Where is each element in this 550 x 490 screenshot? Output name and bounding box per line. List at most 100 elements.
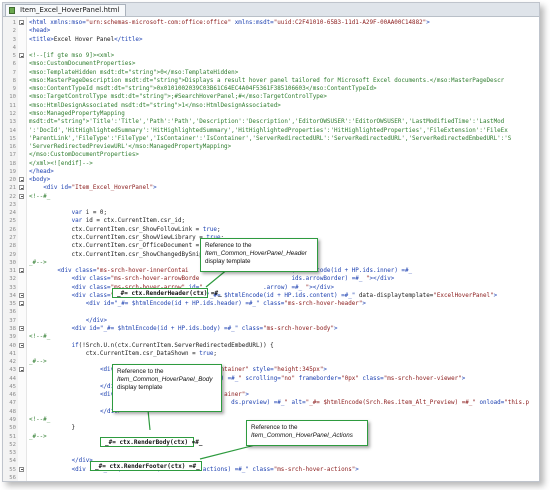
line-number: 53 <box>9 450 16 457</box>
code-text: 'ServerRedirectedPreviewURL'</mso:Manage… <box>29 144 232 151</box>
line-number: 6 <box>12 61 16 68</box>
line-number: 21 <box>9 185 16 192</box>
code-line[interactable]: 43 <div class="ms-srch-hover-viewerConta… <box>3 366 539 375</box>
code-line[interactable]: 8 <mso:MasterPageDescription msdt:dt="str… <box>3 77 539 86</box>
code-text: </div> <box>99 408 122 415</box>
line-number: 40 <box>9 342 16 349</box>
code-line[interactable]: 41 ctx.CurrentItem.csr_DataShown = true; <box>3 350 539 359</box>
fold-toggle-icon[interactable] <box>19 53 24 59</box>
code-text: <mso:MasterPageDescription msdt:dt="stri… <box>29 77 505 84</box>
fold-toggle-icon[interactable] <box>19 193 24 199</box>
line-number: 31 <box>9 268 16 275</box>
code-text: <head> <box>29 28 51 35</box>
code-line[interactable]: 26 ctx.CurrentItem.csr_ShowFollowLink = … <box>3 226 539 235</box>
fold-toggle-icon[interactable] <box>19 342 24 348</box>
line-number: 20 <box>9 177 16 184</box>
code-text: 'ParentLink','FileType':'FileType','IsCo… <box>29 135 512 142</box>
code-line[interactable]: 18 </xml><![endif]--> <box>3 160 539 169</box>
code-line[interactable]: 16 'ServerRedirectedPreviewURL'</mso:Mana… <box>3 143 539 152</box>
line-number: 16 <box>9 144 16 151</box>
code-line[interactable]: 12 <mso:ManagedPropertyMapping <box>3 110 539 119</box>
code-line[interactable]: 55 <div id="_#= $htmlEncode(id + HP.ids.… <box>3 466 539 475</box>
fold-toggle-icon[interactable] <box>19 367 24 373</box>
code-text: _#--> <box>29 433 47 440</box>
line-number: 3 <box>12 36 16 43</box>
line-number: 1 <box>12 20 16 26</box>
code-line[interactable]: 21 <div id="Item_Excel_HoverPanel"> <box>3 184 539 193</box>
code-text: <mso:TemplateHidden msdt:dt="string">0</… <box>29 69 239 76</box>
code-line[interactable]: 38 <div id="_#= $htmlEncode(id + HP.ids.… <box>3 325 539 334</box>
fold-toggle-icon[interactable] <box>19 20 24 25</box>
line-number: 39 <box>9 334 16 341</box>
code-line[interactable]: 44 <iframe id= ids.viewer) =#_" scrollin… <box>3 375 539 384</box>
code-line[interactable]: 45 </div> <box>3 383 539 392</box>
header-callout-template-name: Item_Common_HoverPanel_Header <box>205 250 307 257</box>
code-line[interactable]: 14 ':'DocId','HitHighlightedSummary':'Hit… <box>3 127 539 136</box>
fold-toggle-icon[interactable] <box>19 268 24 274</box>
code-line[interactable]: 1 <html xmlns:mso="urn:schemas-microsoft-… <box>3 19 539 28</box>
code-line[interactable]: 24 var i = 0; <box>3 209 539 218</box>
code-line[interactable]: 3 <title>Excel Hover Panel</title> <box>3 36 539 45</box>
tab-bar: Item_Excel_HoverPanel.html <box>3 3 539 17</box>
code-text: <mso:TargetControlType msdt:dt="string">… <box>29 94 327 101</box>
code-line[interactable]: 40 if(!Srch.U.n(ctx.CurrentItem.ServerRe… <box>3 342 539 351</box>
code-line[interactable]: 15 'ParentLink','FileType':'FileType','Is… <box>3 135 539 144</box>
fold-toggle-icon[interactable] <box>19 292 24 298</box>
code-line[interactable]: 2 <head> <box>3 27 539 36</box>
code-text: ctx.CurrentItem.csr_ShowViewLibrary = tr… <box>29 235 225 242</box>
line-number: 13 <box>9 119 16 126</box>
code-line[interactable]: 33 <div class="ms-srch-hover-arrow" id="… <box>3 284 539 293</box>
fold-toggle-icon[interactable] <box>19 466 24 472</box>
code-line[interactable]: 47 <im ds.preview) =#_" alt="_#= $htmlEn… <box>3 399 539 408</box>
code-line[interactable]: 6 <mso:CustomDocumentProperties> <box>3 60 539 69</box>
code-line[interactable]: 9 <mso:ContentTypeId msdt:dt="string">0x0… <box>3 85 539 94</box>
code-line[interactable]: 53 <box>3 449 539 458</box>
body-callout-prefix: Reference to the <box>117 368 164 375</box>
code-line[interactable]: 17 </mso:CustomDocumentProperties> <box>3 151 539 160</box>
code-text: <div id="_#= $htmlEncode(id + HP.ids.bod… <box>71 325 338 332</box>
code-line[interactable]: 48 </div> <box>3 408 539 417</box>
code-line[interactable]: 42 _#--> <box>3 358 539 367</box>
code-line[interactable]: 25 var id = ctx.CurrentItem.csr_id; <box>3 217 539 226</box>
code-line[interactable]: 32 <div class="ms-srch-hover-arrowBorde … <box>3 275 539 284</box>
line-number: 49 <box>9 416 16 423</box>
code-text: ctx.CurrentItem.csr_ShowFollowLink = tru… <box>29 226 221 233</box>
code-text: <mso:ContentTypeId msdt:dt="string">0x01… <box>29 86 377 93</box>
code-text: <!--#_ <box>29 193 51 200</box>
fold-toggle-icon[interactable] <box>19 325 24 331</box>
line-number: 27 <box>9 235 16 242</box>
code-line[interactable]: 36 <box>3 308 539 317</box>
line-number: 54 <box>9 458 16 465</box>
code-text: <div id="_#= $htmlEncode(id + HP.ids.hea… <box>85 301 366 308</box>
line-number: 32 <box>9 276 16 283</box>
code-line[interactable]: 23 <box>3 201 539 210</box>
code-line[interactable]: 20 <body> <box>3 176 539 185</box>
code-text: <html xmlns:mso="urn:schemas-microsoft-c… <box>29 20 430 26</box>
file-tab[interactable]: Item_Excel_HoverPanel.html <box>5 4 127 16</box>
code-line[interactable]: 56 <box>3 474 539 481</box>
code-line[interactable]: 34 <div class="ms-srch-hover-content" id… <box>3 292 539 301</box>
code-line[interactable]: 4 <box>3 44 539 53</box>
code-line[interactable]: 37 </div> <box>3 317 539 326</box>
render-footer-highlight: _#= ctx.RenderFooter(ctx) =#_ <box>90 461 202 471</box>
fold-toggle-icon[interactable] <box>19 177 24 183</box>
code-line[interactable]: 35 <div id="_#= $htmlEncode(id + HP.ids.… <box>3 300 539 309</box>
code-line[interactable]: 46 <div ainer"> <box>3 391 539 400</box>
code-line[interactable]: 54 </div> <box>3 457 539 466</box>
code-line[interactable]: 19 </head> <box>3 168 539 177</box>
code-text: <iframe id= ids.viewer) =#_" scrolling="… <box>114 375 466 382</box>
code-text: <div id="Item_Excel_HoverPanel"> <box>43 185 157 192</box>
code-line[interactable]: 11 <mso:HtmlDesignAssociated msdt:dt="str… <box>3 102 539 111</box>
code-text: var i = 0; <box>71 210 108 217</box>
fold-toggle-icon[interactable] <box>19 185 24 191</box>
line-number: 8 <box>12 77 16 84</box>
header-callout: Reference to the Item_Common_HoverPanel_… <box>200 238 318 272</box>
code-line[interactable]: 22 <!--#_ <box>3 193 539 202</box>
code-line[interactable]: 13 msdt:dt="string">'Title':'Title','Path… <box>3 118 539 127</box>
code-line[interactable]: 10 <mso:TargetControlType msdt:dt="string… <box>3 93 539 102</box>
code-line[interactable]: 5 <!--[if gte mso 9]><xml> <box>3 52 539 61</box>
code-line[interactable]: 39 <!--#_ <box>3 333 539 342</box>
code-line[interactable]: 7 <mso:TemplateHidden msdt:dt="string">0<… <box>3 69 539 78</box>
fold-toggle-icon[interactable] <box>19 301 24 307</box>
